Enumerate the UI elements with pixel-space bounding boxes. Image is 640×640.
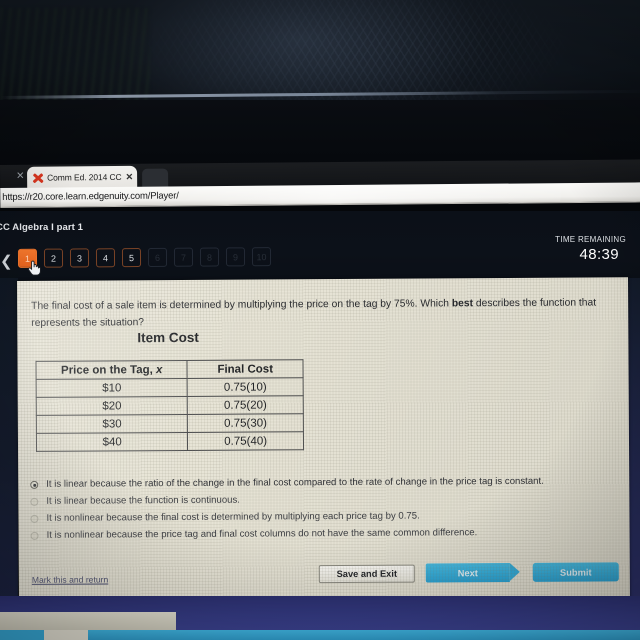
table-header-price-text: Price on the Tag,: [60, 363, 157, 377]
left-screen-edge: [0, 278, 18, 600]
table-header-row: Price on the Tag, x Final Cost: [35, 359, 304, 380]
table-row: $20 0.75(20): [36, 395, 304, 416]
question-button-label: 9: [232, 251, 239, 262]
cell-final-cost: 0.75(30): [187, 413, 304, 433]
question-button-9[interactable]: 9: [225, 247, 246, 267]
table-header-price-variable: x: [155, 363, 163, 376]
radio-button-icon[interactable]: [30, 497, 39, 506]
question-button-label: 5: [128, 252, 135, 263]
browser-tab-active[interactable]: Comm Ed. 2014 CC Alge ✕: [27, 165, 138, 189]
question-button-label: 8: [206, 252, 213, 263]
question-prompt: The final cost of a sale item is determi…: [31, 294, 609, 332]
cell-price: $30: [36, 414, 188, 434]
cell-price: $20: [36, 396, 188, 416]
footer-button-bar: Save and Exit Next Submit: [318, 562, 619, 583]
mark-this-and-return-link[interactable]: Mark this and return: [32, 574, 108, 584]
question-button-label: 4: [102, 252, 109, 263]
question-button-7[interactable]: 7: [173, 247, 194, 267]
time-remaining-label: TIME REMAINING: [555, 235, 626, 244]
item-cost-table: Price on the Tag, x Final Cost $10 0.75(1…: [35, 359, 304, 452]
cell-price: $10: [36, 378, 188, 398]
table-row: $10 0.75(10): [36, 377, 304, 398]
question-button-10[interactable]: 10: [251, 247, 272, 267]
question-button-2[interactable]: 2: [43, 248, 64, 268]
question-prompt-emphasis: best: [451, 298, 474, 310]
mouse-pointer-hand-cursor: [28, 260, 41, 276]
next-button[interactable]: Next: [425, 562, 510, 583]
cell-final-cost: 0.75(20): [187, 395, 304, 415]
lower-cyan-tab: [0, 630, 44, 640]
table-row: $30 0.75(30): [36, 413, 304, 434]
question-button-5[interactable]: 5: [121, 248, 142, 268]
course-title: CC Algebra I part 1: [0, 222, 84, 233]
red-x-favicon-icon: [32, 172, 44, 184]
question-button-label: 10: [256, 251, 267, 262]
question-button-label: 2: [50, 253, 57, 264]
answer-option-label: It is linear because the ratio of the ch…: [46, 475, 544, 490]
table-row: $40 0.75(40): [36, 431, 304, 452]
browser-tab-title: Comm Ed. 2014 CC Alge: [47, 171, 123, 183]
table-header: Price on the Tag, x Final Cost: [35, 359, 304, 380]
table-header-final-cost: Final Cost: [187, 359, 304, 379]
photographed-screen: ✕ Comm Ed. 2014 CC Alge ✕ https://r20.co…: [0, 0, 640, 640]
cell-price: $40: [36, 432, 188, 452]
question-button-label: 3: [76, 252, 83, 263]
cell-final-cost: 0.75(40): [187, 431, 304, 451]
browser-chrome: ✕ Comm Ed. 2014 CC Alge ✕ https://r20.co…: [0, 159, 640, 214]
new-tab-button[interactable]: [142, 168, 169, 188]
radio-button-icon[interactable]: [30, 531, 39, 540]
cell-final-cost: 0.75(10): [187, 377, 304, 397]
radio-button-icon[interactable]: [30, 514, 39, 523]
question-button-label: 6: [154, 252, 161, 263]
answer-option-label: It is linear because the function is con…: [46, 494, 240, 507]
time-remaining-value: 48:39: [579, 246, 619, 263]
previous-tab-close-icon[interactable]: ✕: [16, 171, 24, 183]
lower-light-strip: [0, 612, 176, 630]
question-button-6[interactable]: 6: [147, 247, 168, 267]
submit-button[interactable]: Submit: [532, 562, 619, 582]
question-button-8[interactable]: 8: [199, 247, 220, 267]
save-and-exit-button[interactable]: Save and Exit: [318, 564, 415, 583]
question-button-3[interactable]: 3: [69, 248, 90, 268]
answer-option-label: It is nonlinear because the final cost i…: [46, 510, 420, 524]
radio-button-icon[interactable]: [30, 480, 39, 489]
lower-white-gap: [44, 630, 88, 640]
previous-question-arrow-icon[interactable]: ❮: [0, 254, 13, 269]
question-content-panel: The final cost of a sale item is determi…: [17, 277, 630, 604]
question-button-label: 7: [180, 252, 187, 263]
browser-address-bar[interactable]: https://r20.core.learn.edgenuity.com/Pla…: [0, 182, 640, 208]
right-screen-edge: [628, 278, 640, 600]
table-body: $10 0.75(10) $20 0.75(20) $30 0.75(30) $40 0.75…: [36, 377, 304, 452]
lower-cyan-strip: [0, 630, 640, 640]
question-number-nav: 1 2 3 4 5 6 7 8 9 10: [17, 247, 272, 268]
answer-options-list: It is linear because the ratio of the ch…: [30, 474, 615, 546]
answer-option[interactable]: It is nonlinear because the price tag an…: [30, 525, 616, 546]
table-header-price: Price on the Tag, x: [35, 360, 188, 380]
table-title: Item Cost: [137, 329, 199, 346]
close-icon[interactable]: ✕: [126, 171, 134, 181]
answer-option-label: It is nonlinear because the price tag an…: [46, 527, 478, 541]
address-bar-url: https://r20.core.learn.edgenuity.com/Pla…: [2, 190, 179, 203]
question-prompt-part1: The final cost of a sale item is determi…: [31, 298, 452, 312]
question-button-4[interactable]: 4: [95, 248, 116, 268]
